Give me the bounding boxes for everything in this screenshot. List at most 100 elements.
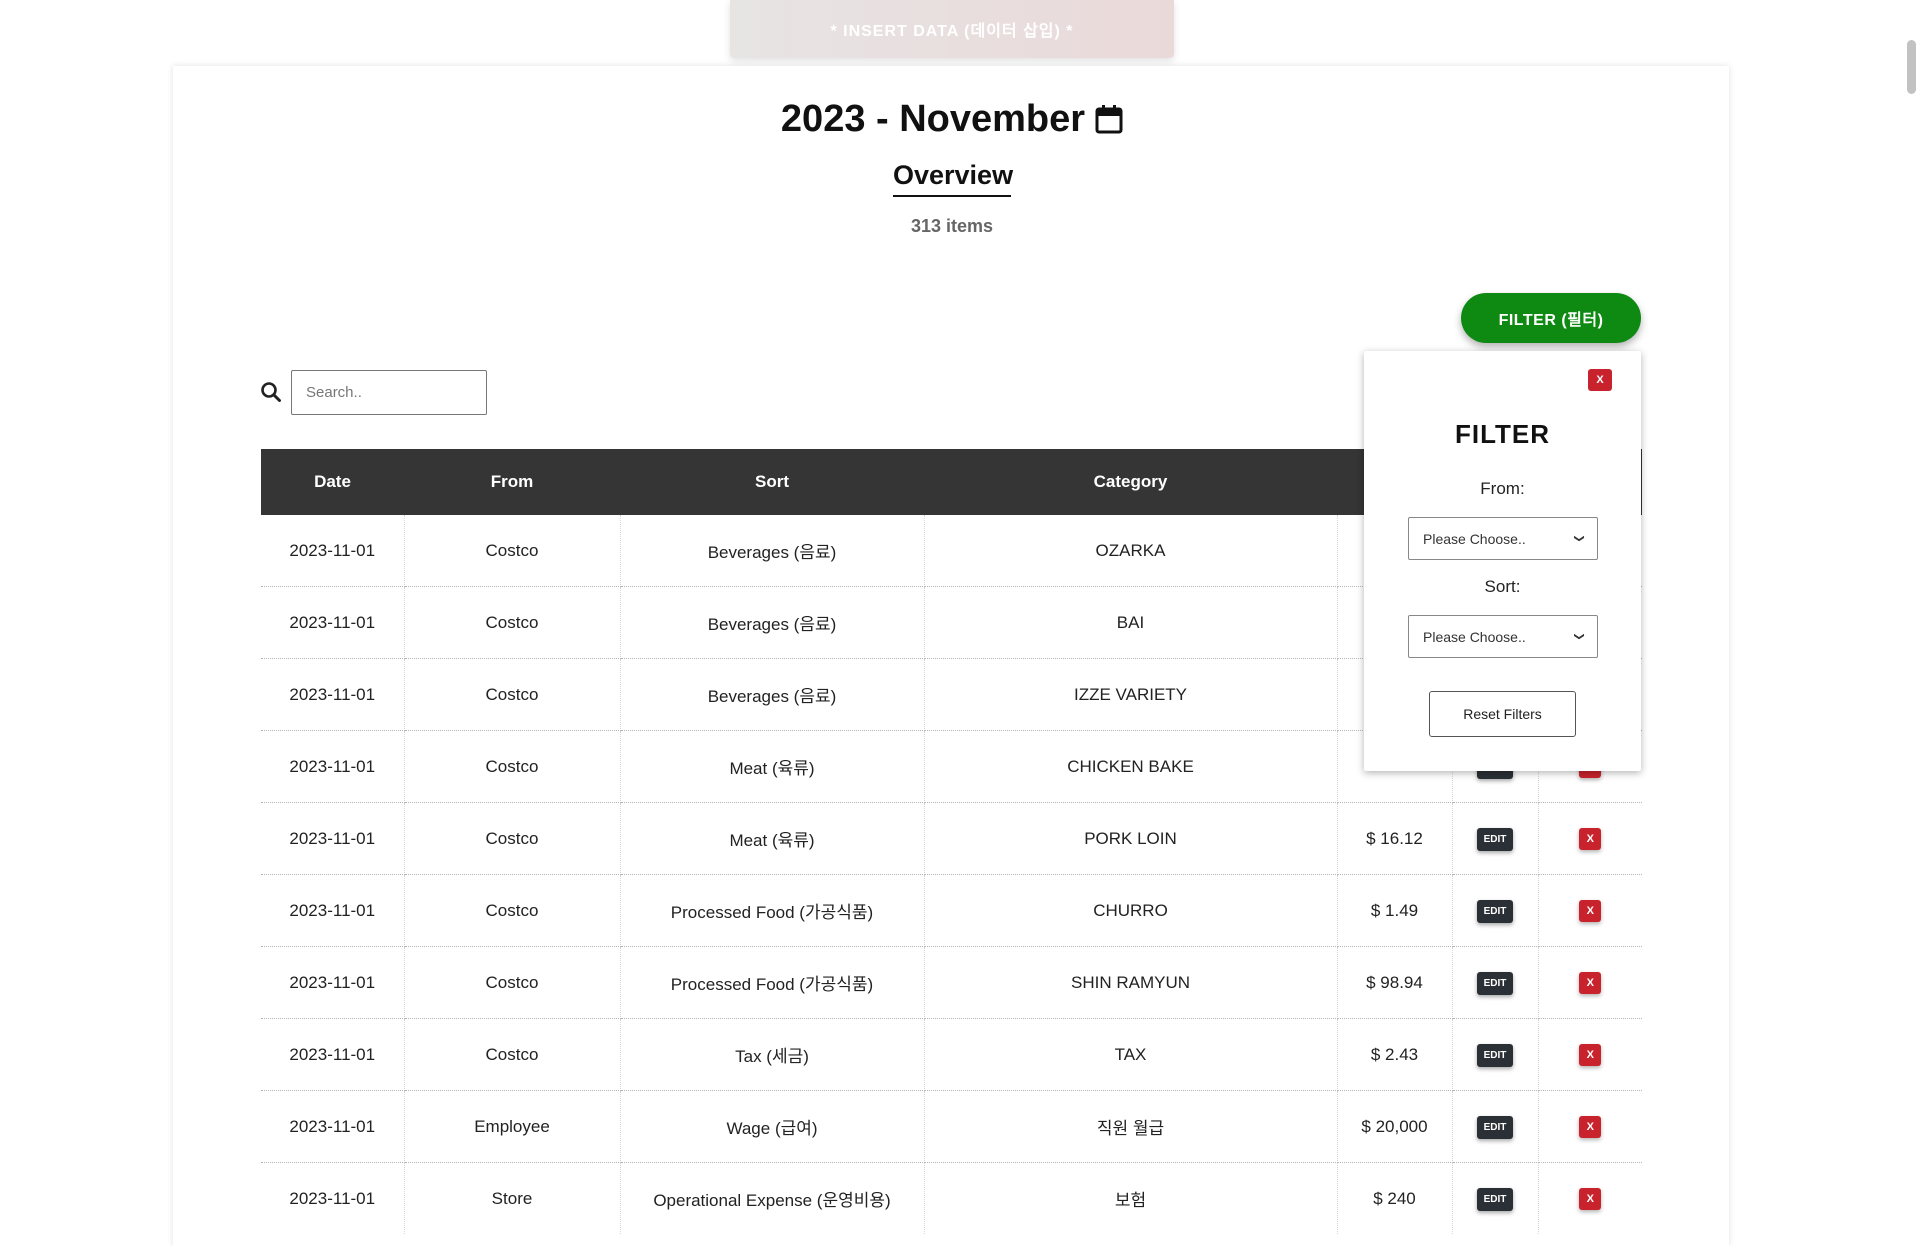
edit-button[interactable]: EDIT — [1476, 899, 1514, 923]
cell-sort: Processed Food (가공식품) — [620, 946, 925, 1019]
page-title-text: 2023 - November — [780, 98, 1086, 140]
cell-amount: $ 16.12 — [1337, 802, 1453, 875]
cell-date: 2023-11-01 — [261, 802, 405, 875]
chevron-down-icon: ❯ — [1573, 534, 1585, 543]
delete-button[interactable]: X — [1579, 1044, 1602, 1066]
cell-from: Costco — [404, 586, 621, 659]
cell-from: Costco — [404, 730, 621, 803]
edit-button[interactable]: EDIT — [1476, 1115, 1514, 1139]
from-select[interactable]: Please Choose.. ❯ — [1408, 517, 1598, 560]
search-input[interactable] — [291, 370, 487, 415]
cell-category: TAX — [924, 1018, 1338, 1091]
cell-category: IZZE VARIETY — [924, 658, 1338, 731]
cell-date: 2023-11-01 — [261, 1090, 405, 1163]
from-label: From: — [1480, 479, 1525, 498]
filter-button[interactable]: FILTER (필터) — [1461, 293, 1641, 343]
delete-button[interactable]: X — [1579, 1116, 1602, 1138]
cell-from: Costco — [404, 515, 621, 587]
edit-button[interactable]: EDIT — [1476, 971, 1514, 995]
table-row: 2023-11-01 Employee Wage (급여) 직원 월급 $ 20… — [261, 1090, 1642, 1163]
cell-amount: $ 2.43 — [1337, 1018, 1453, 1091]
delete-button[interactable]: X — [1579, 900, 1602, 922]
sort-select-value: Please Choose.. — [1423, 628, 1526, 645]
cell-edit: EDIT — [1452, 946, 1539, 1019]
cell-category: BAI — [924, 586, 1338, 659]
cell-delete: X — [1538, 946, 1642, 1019]
column-header-sort[interactable]: Sort — [620, 449, 924, 515]
cell-date: 2023-11-01 — [261, 730, 405, 803]
cell-date: 2023-11-01 — [261, 1018, 405, 1091]
cell-from: Costco — [404, 802, 621, 875]
item-count: 313 items — [910, 216, 994, 236]
filter-panel-close-button[interactable]: X — [1588, 369, 1612, 391]
cell-from: Store — [404, 1162, 621, 1234]
cell-date: 2023-11-01 — [261, 874, 405, 947]
edit-button[interactable]: EDIT — [1476, 827, 1514, 851]
table-row: 2023-11-01 Costco Processed Food (가공식품) … — [261, 874, 1642, 947]
cell-date: 2023-11-01 — [261, 515, 405, 587]
table-row: 2023-11-01 Costco Processed Food (가공식품) … — [261, 946, 1642, 1019]
chevron-down-icon: ❯ — [1573, 632, 1585, 641]
cell-sort: Operational Expense (운영비용) — [620, 1162, 925, 1234]
insert-data-button[interactable]: * INSERT DATA (데이터 삽입) * — [730, 0, 1174, 58]
cell-amount: $ 1.49 — [1337, 874, 1453, 947]
cell-delete: X — [1538, 1018, 1642, 1091]
cell-sort: Processed Food (가공식품) — [620, 874, 925, 947]
cell-delete: X — [1538, 874, 1642, 947]
reset-filters-button[interactable]: Reset Filters — [1429, 691, 1576, 737]
column-header-from[interactable]: From — [404, 449, 620, 515]
delete-button[interactable]: X — [1579, 972, 1602, 994]
cell-sort: Wage (급여) — [620, 1090, 925, 1163]
column-header-category[interactable]: Category — [924, 449, 1337, 515]
cell-delete: X — [1538, 1163, 1642, 1235]
cell-from: Costco — [404, 1018, 621, 1091]
edit-button[interactable]: EDIT — [1476, 1043, 1514, 1067]
cell-from: Employee — [404, 1090, 621, 1163]
cell-category: PORK LOIN — [924, 802, 1338, 875]
cell-date: 2023-11-01 — [261, 658, 405, 731]
overview-heading: Overview — [893, 160, 1013, 197]
sort-label: Sort: — [1484, 577, 1521, 596]
delete-button[interactable]: X — [1579, 1188, 1602, 1210]
cell-category: CHICKEN BAKE — [924, 730, 1338, 803]
sort-select[interactable]: Please Choose.. ❯ — [1408, 615, 1598, 658]
filter-panel-title: FILTER — [1454, 419, 1551, 449]
cell-from: Costco — [404, 946, 621, 1019]
cell-edit: EDIT — [1452, 874, 1539, 947]
table-row: 2023-11-01 Costco Tax (세금) TAX $ 2.43 ED… — [261, 1018, 1642, 1091]
page-scrollbar[interactable] — [1903, 0, 1920, 1200]
cell-delete: X — [1538, 802, 1642, 875]
scrollbar-thumb[interactable] — [1907, 40, 1916, 94]
table-row: 2023-11-01 Costco Meat (육류) PORK LOIN $ … — [261, 802, 1642, 875]
cell-from: Costco — [404, 874, 621, 947]
calendar-icon[interactable] — [1095, 101, 1123, 144]
cell-category: 보험 — [924, 1162, 1338, 1234]
cell-edit: EDIT — [1452, 1018, 1539, 1091]
cell-sort: Meat (육류) — [620, 730, 925, 803]
cell-sort: Beverages (음료) — [620, 586, 925, 659]
cell-category: 직원 월급 — [924, 1090, 1338, 1163]
cell-edit: EDIT — [1452, 802, 1539, 875]
cell-date: 2023-11-01 — [261, 946, 405, 1019]
cell-sort: Tax (세금) — [620, 1018, 925, 1091]
cell-sort: Meat (육류) — [620, 802, 925, 875]
table-row: 2023-11-01 Store Operational Expense (운영… — [261, 1162, 1642, 1235]
cell-sort: Beverages (음료) — [620, 515, 925, 587]
cell-sort: Beverages (음료) — [620, 658, 925, 731]
cell-edit: EDIT — [1452, 1090, 1539, 1163]
cell-amount: $ 98.94 — [1337, 946, 1453, 1019]
filter-panel: X FILTER From: Please Choose.. ❯ Sort: P… — [1364, 351, 1641, 771]
page-title: 2023 - November — [0, 98, 1904, 144]
from-select-value: Please Choose.. — [1423, 530, 1526, 547]
search-icon — [260, 381, 282, 403]
cell-amount: $ 20,000 — [1337, 1090, 1453, 1163]
delete-button[interactable]: X — [1579, 828, 1602, 850]
cell-edit: EDIT — [1452, 1162, 1539, 1234]
cell-category: SHIN RAMYUN — [924, 946, 1338, 1019]
cell-date: 2023-11-01 — [261, 586, 405, 659]
column-header-date[interactable]: Date — [261, 449, 404, 515]
cell-delete: X — [1538, 1090, 1642, 1163]
cell-date: 2023-11-01 — [261, 1162, 405, 1234]
cell-category: OZARKA — [924, 515, 1338, 587]
edit-button[interactable]: EDIT — [1476, 1187, 1514, 1211]
